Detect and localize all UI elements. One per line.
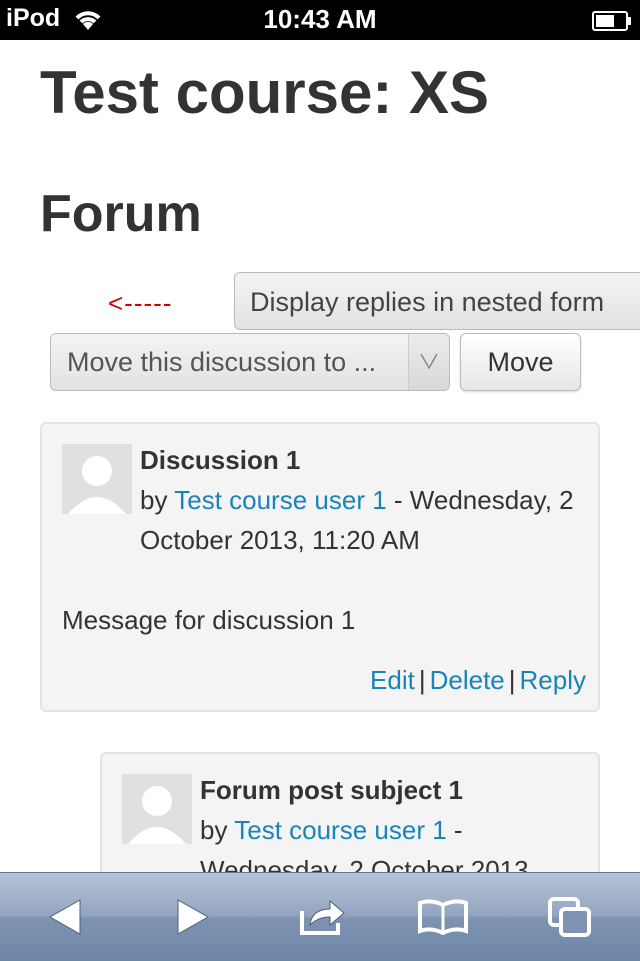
- status-bar: iPod 10:43 AM: [0, 0, 640, 40]
- forum-post-reply: Forum post subject 1 by Test course user…: [100, 752, 600, 872]
- move-button[interactable]: Move: [460, 333, 581, 391]
- post-header: Discussion 1 by Test course user 1 - Wed…: [140, 440, 586, 560]
- delete-link[interactable]: Delete: [430, 665, 505, 695]
- browser-toolbar: [0, 872, 640, 961]
- post-byline: by Test course user 1 - Wednesday, 2 Oct…: [140, 480, 586, 560]
- back-arrow-icon[interactable]: [15, 873, 115, 961]
- move-discussion-select[interactable]: Move this discussion to ...: [50, 333, 450, 391]
- author-link[interactable]: Test course user 1: [234, 815, 446, 845]
- separator: |: [418, 665, 426, 695]
- post-date: Wednesday, 2 October 2013: [200, 855, 529, 872]
- avatar[interactable]: [122, 774, 192, 844]
- post-header: Forum post subject 1 by Test course user…: [200, 770, 586, 872]
- forum-post: Discussion 1 by Test course user 1 - Wed…: [40, 422, 600, 712]
- post-actions: Edit | Delete | Reply: [370, 660, 586, 700]
- battery-icon: [592, 11, 632, 36]
- post-subject: Forum post subject 1: [200, 775, 463, 805]
- page-content[interactable]: Test course: XS Forum <----- Display rep…: [0, 40, 640, 872]
- author-link[interactable]: Test course user 1: [174, 485, 386, 515]
- course-title: Test course: XS: [40, 59, 490, 126]
- avatar[interactable]: [62, 444, 132, 514]
- dropdown-arrow-icon[interactable]: [408, 334, 449, 390]
- by-label: by: [200, 815, 228, 845]
- post-message: Message for discussion 1: [62, 605, 356, 635]
- arrow-indicator: <-----: [108, 288, 173, 318]
- date-separator: -: [446, 815, 463, 845]
- clock: 10:43 AM: [263, 4, 377, 34]
- by-label: by: [140, 485, 168, 515]
- post-subject: Discussion 1: [140, 445, 301, 475]
- edit-link[interactable]: Edit: [370, 665, 415, 695]
- reply-link[interactable]: Reply: [520, 665, 586, 695]
- tabs-icon[interactable]: [520, 873, 620, 961]
- move-select-label: Move this discussion to ...: [67, 347, 377, 377]
- display-mode-select[interactable]: Display replies in nested form: [234, 272, 640, 330]
- separator: |: [508, 665, 516, 695]
- forward-arrow-icon[interactable]: [143, 873, 243, 961]
- bookmarks-icon[interactable]: [393, 873, 493, 961]
- share-icon[interactable]: [273, 873, 373, 961]
- forum-heading: Forum: [40, 185, 202, 243]
- date-separator: -: [386, 485, 403, 515]
- post-byline: by Test course user 1 - Wednesday, 2 Oct…: [200, 810, 586, 872]
